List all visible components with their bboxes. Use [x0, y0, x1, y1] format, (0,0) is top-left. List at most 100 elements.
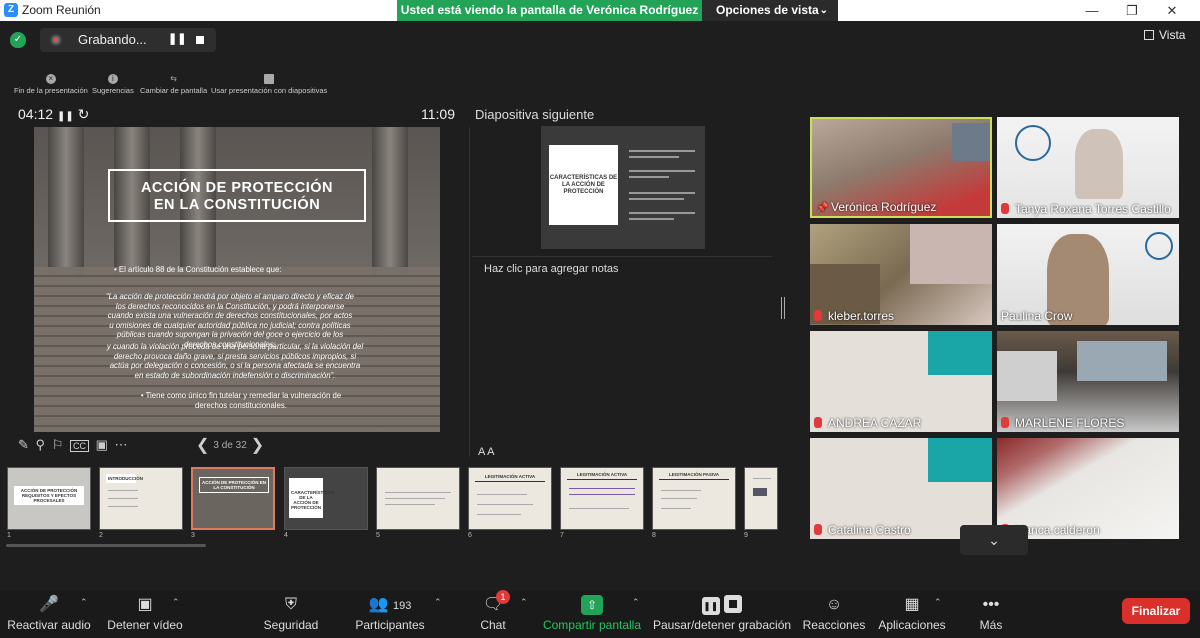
slide-thumbnail-active[interactable]: ACCIÓN DE PROTECCIÓN EN LA CONSTITUCIÓN: [191, 467, 275, 530]
end-meeting-button[interactable]: Finalizar: [1122, 598, 1190, 624]
unmute-label: Reactivar audio: [7, 618, 91, 632]
ellipsis-icon: •••: [982, 596, 1000, 613]
pager-text: 3 de 32: [213, 440, 247, 451]
end-presentation-button[interactable]: × Fin de la presentación: [14, 74, 88, 95]
participant-name: Catalina Castro: [828, 523, 911, 537]
pause-icon[interactable]: ❚❚: [57, 111, 74, 122]
slide-thumbnail[interactable]: ACCIÓN DE PROTECCIÓN REQUISITOS Y EFECTO…: [7, 467, 91, 530]
thumbnail-scrollbar[interactable]: [6, 544, 206, 547]
thumbnail-title: INTRODUCCIÓN: [106, 474, 143, 483]
viewing-banner: Usted está viendo la pantalla de Verónic…: [397, 0, 702, 21]
view-options-button[interactable]: Opciones de vista ⌄: [702, 0, 838, 21]
share-screen-label: Compartir pantalla: [542, 618, 642, 632]
participant-tile[interactable]: Paulina Crow: [997, 224, 1179, 325]
slide-pager: ❮ 3 de 32 ❯: [196, 435, 264, 455]
thumbnail-number: 9: [744, 532, 748, 539]
end-presentation-label: Fin de la presentación: [14, 86, 88, 95]
participant-tile[interactable]: Catalina Castro: [810, 438, 992, 539]
participant-name: ANDREA CAZAR: [828, 416, 922, 430]
participant-tile[interactable]: 📌 Verónica Rodríguez: [810, 117, 992, 218]
participant-tile[interactable]: MARLENE FLORES: [997, 331, 1179, 432]
notes-divider: [472, 256, 772, 257]
participant-tile[interactable]: blanca.calderon: [997, 438, 1179, 539]
chat-label: Chat: [480, 618, 506, 632]
more-button[interactable]: ••• Más: [976, 591, 1006, 638]
muted-mic-icon: [1001, 417, 1009, 428]
share-screen-button[interactable]: ⇧ Compartir pantalla ⌃: [540, 591, 644, 638]
thumbnail-number: 5: [376, 532, 380, 539]
notes-field[interactable]: Haz clic para agregar notas: [484, 263, 619, 275]
shield-icon[interactable]: ✓: [10, 32, 26, 48]
more-options-icon[interactable]: ⋯: [115, 437, 128, 453]
panel-resize-handle[interactable]: [781, 297, 785, 319]
apps-label: Aplicaciones: [878, 618, 946, 632]
clock: 11:09: [421, 106, 455, 122]
thumbnail-number: 4: [284, 532, 288, 539]
slide-thumbnail[interactable]: INTRODUCCIÓN: [99, 467, 183, 530]
participant-tile[interactable]: ANDREA CAZAR: [810, 331, 992, 432]
minimize-button[interactable]: —: [1072, 0, 1112, 21]
reactions-button[interactable]: ☺ Reacciones: [802, 591, 866, 638]
slide-thumbnail[interactable]: LEGITIMACIÓN ACTIVA: [468, 467, 552, 530]
pen-icon[interactable]: ✎: [18, 437, 29, 453]
reactions-label: Reacciones: [802, 618, 866, 632]
pointer-icon[interactable]: ⚐: [52, 437, 64, 453]
slide-thumbnail[interactable]: CARACTERÍSTICAS DE LA ACCIÓN DE PROTECCI…: [284, 467, 368, 530]
recording-label: Grabando...: [78, 32, 147, 47]
stop-recording-icon[interactable]: [196, 36, 204, 44]
participant-tile[interactable]: kleber.torres: [810, 224, 992, 325]
slide-thumbnail[interactable]: [744, 467, 778, 530]
title-bar: Z Zoom Reunión Usted está viendo la pant…: [0, 0, 1200, 21]
slide-thumbnail[interactable]: LEGITIMACIÓN ACTIVA: [560, 467, 644, 530]
slide-thumbnail[interactable]: [376, 467, 460, 530]
close-icon: ×: [45, 74, 56, 84]
chevron-up-icon[interactable]: ⌃: [80, 597, 88, 608]
shield-icon: ⛨: [284, 596, 297, 613]
tips-label: Sugerencias: [92, 86, 134, 95]
participants-icon: 👥 193: [368, 596, 412, 613]
next-slide-icon[interactable]: ❯: [251, 437, 264, 454]
chevron-up-icon[interactable]: ⌃: [172, 597, 180, 608]
swap-screen-button[interactable]: ⇆ Cambiar de pantalla: [140, 74, 207, 95]
participants-label: Participantes: [355, 618, 425, 632]
participant-tile[interactable]: Tanya Roxana Torres Castillo: [997, 117, 1179, 218]
camera-icon[interactable]: ▣: [96, 437, 108, 453]
font-size-controls[interactable]: A A: [478, 446, 495, 458]
pause-recording-icon[interactable]: ❚❚: [168, 32, 186, 45]
apps-button[interactable]: ▦ Aplicaciones ⌃: [876, 591, 948, 638]
previous-slide-icon[interactable]: ❮: [196, 437, 209, 454]
grid-icon: [1144, 30, 1154, 40]
thumbnail-title: CARACTERÍSTICAS DE LA ACCIÓN DE PROTECCI…: [289, 478, 334, 518]
pause-recording-button[interactable]: ❚❚ Pausar/detener grabación: [652, 591, 792, 638]
participants-count: 193: [393, 600, 412, 612]
slideshow-label: Usar presentación con diapositivas: [211, 86, 328, 95]
maximize-button[interactable]: ❐: [1112, 0, 1152, 21]
thumbnail-title: ACCIÓN DE PROTECCIÓN EN LA CONSTITUCIÓN: [199, 477, 269, 493]
stop-video-button[interactable]: ▣ Detener vídeo ⌃: [100, 591, 190, 638]
subtitles-icon[interactable]: CC: [69, 440, 89, 452]
chat-badge: 1: [496, 590, 510, 604]
chevron-up-icon[interactable]: ⌃: [434, 597, 442, 608]
slide-tools: ✎ ⚲ ⚐ CC ▣ ⋯: [18, 437, 131, 453]
security-label: Seguridad: [263, 618, 319, 632]
thumbnail-title: LEGITIMACIÓN ACTIVA: [567, 470, 637, 480]
chevron-up-icon[interactable]: ⌃: [520, 597, 528, 608]
view-button[interactable]: Vista: [1144, 28, 1185, 42]
chat-button[interactable]: 🗨 Chat 1 ⌃: [476, 590, 528, 638]
security-button[interactable]: ⛨ Seguridad: [256, 591, 326, 638]
more-participants-button[interactable]: ⌄: [960, 525, 1028, 555]
slide-thumbnail[interactable]: LEGITIMACIÓN PASIVA: [652, 467, 736, 530]
reset-icon[interactable]: ↻: [78, 106, 90, 122]
unmute-button[interactable]: 🎤 Reactivar audio ⌃: [0, 591, 98, 638]
participants-button[interactable]: 👥 193 Participantes ⌃: [350, 591, 441, 638]
close-button[interactable]: ✕: [1152, 0, 1192, 21]
organization-logo: [928, 331, 992, 375]
pause-recording-label: Pausar/detener grabación: [652, 618, 792, 632]
slideshow-button[interactable]: Usar presentación con diapositivas: [211, 74, 327, 95]
tips-button[interactable]: i Sugerencias: [92, 74, 134, 95]
next-slide-preview[interactable]: CARACTERÍSTICAS DE LA ACCIÓN DE PROTECCI…: [541, 126, 705, 249]
current-slide[interactable]: ACCIÓN DE PROTECCIÓN EN LA CONSTITUCIÓN …: [34, 127, 440, 432]
zoom-icon[interactable]: ⚲: [36, 437, 46, 453]
chevron-up-icon[interactable]: ⌃: [934, 597, 942, 608]
chevron-up-icon[interactable]: ⌃: [632, 597, 640, 608]
